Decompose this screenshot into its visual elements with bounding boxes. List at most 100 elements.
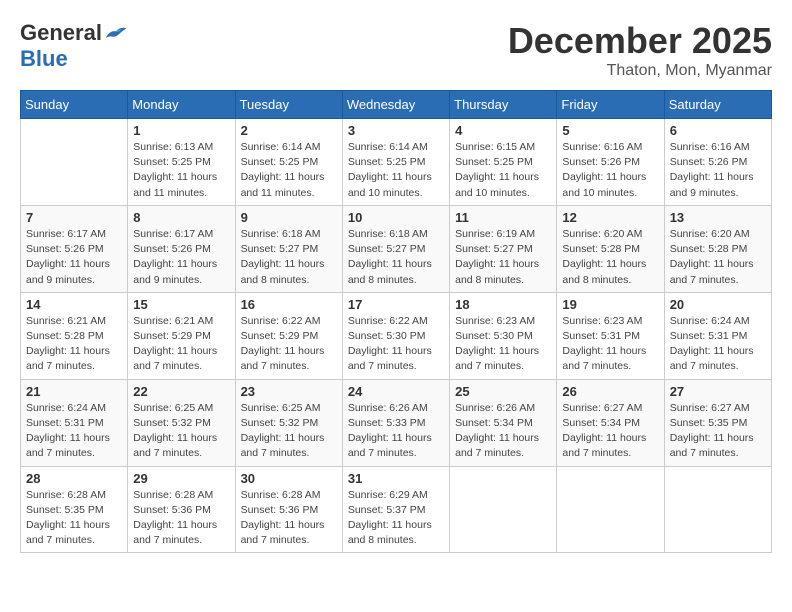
day-number: 28 (26, 471, 122, 486)
weekday-header-cell: Tuesday (235, 91, 342, 119)
calendar-day-cell: 20 Sunrise: 6:24 AMSunset: 5:31 PMDayligh… (664, 292, 771, 379)
day-number: 9 (241, 210, 337, 225)
calendar-day-cell: 14 Sunrise: 6:21 AMSunset: 5:28 PMDayligh… (21, 292, 128, 379)
location-title: Thaton, Mon, Myanmar (508, 62, 772, 80)
day-info: Sunrise: 6:28 AMSunset: 5:35 PMDaylight:… (26, 488, 122, 549)
day-info: Sunrise: 6:16 AMSunset: 5:26 PMDaylight:… (670, 140, 766, 201)
day-info: Sunrise: 6:24 AMSunset: 5:31 PMDaylight:… (26, 401, 122, 462)
day-info: Sunrise: 6:28 AMSunset: 5:36 PMDaylight:… (133, 488, 229, 549)
day-number: 7 (26, 210, 122, 225)
weekday-header-cell: Sunday (21, 91, 128, 119)
day-number: 19 (562, 297, 658, 312)
calendar-day-cell: 30Sunrise: 6:28 AMSunset: 5:36 PMDayligh… (235, 466, 342, 553)
calendar-day-cell: 21Sunrise: 6:24 AMSunset: 5:31 PMDayligh… (21, 379, 128, 466)
logo-bird-icon (104, 23, 128, 43)
day-number: 20 (670, 297, 766, 312)
calendar-day-cell: 25Sunrise: 6:26 AMSunset: 5:34 PMDayligh… (450, 379, 557, 466)
logo: General Blue (20, 20, 128, 72)
calendar-day-cell (21, 119, 128, 206)
calendar-day-cell: 28 Sunrise: 6:28 AMSunset: 5:35 PMDayligh… (21, 466, 128, 553)
day-number: 15 (133, 297, 229, 312)
calendar-week-row: 21Sunrise: 6:24 AMSunset: 5:31 PMDayligh… (21, 379, 772, 466)
day-info: Sunrise: 6:27 AMSunset: 5:35 PMDaylight:… (670, 401, 766, 462)
weekday-header-cell: Saturday (664, 91, 771, 119)
calendar-day-cell: 4Sunrise: 6:15 AMSunset: 5:25 PMDaylight… (450, 119, 557, 206)
day-info: Sunrise: 6:21 AMSunset: 5:28 PMDaylight:… (26, 314, 122, 375)
calendar-week-row: 14 Sunrise: 6:21 AMSunset: 5:28 PMDayligh… (21, 292, 772, 379)
day-info: Sunrise: 6:23 AMSunset: 5:31 PMDaylight:… (562, 314, 658, 375)
day-number: 6 (670, 123, 766, 138)
calendar-body: 1 Sunrise: 6:13 AMSunset: 5:25 PMDaylight… (21, 119, 772, 553)
day-number: 11 (455, 210, 551, 225)
day-info: Sunrise: 6:25 AMSunset: 5:32 PMDaylight:… (133, 401, 229, 462)
day-number: 3 (348, 123, 444, 138)
day-info: Sunrise: 6:22 AMSunset: 5:29 PMDaylight:… (241, 314, 337, 375)
day-number: 23 (241, 384, 337, 399)
calendar-day-cell: 3 Sunrise: 6:14 AMSunset: 5:25 PMDaylight… (342, 119, 449, 206)
calendar-day-cell: 6 Sunrise: 6:16 AMSunset: 5:26 PMDaylight… (664, 119, 771, 206)
day-number: 1 (133, 123, 229, 138)
calendar-week-row: 1 Sunrise: 6:13 AMSunset: 5:25 PMDaylight… (21, 119, 772, 206)
day-number: 29 (133, 471, 229, 486)
calendar-day-cell: 7 Sunrise: 6:17 AMSunset: 5:26 PMDaylight… (21, 205, 128, 292)
day-info: Sunrise: 6:14 AMSunset: 5:25 PMDaylight:… (241, 140, 337, 201)
weekday-header-cell: Monday (128, 91, 235, 119)
page-header: General Blue December 2025 Thaton, Mon, … (20, 20, 772, 80)
day-info: Sunrise: 6:29 AMSunset: 5:37 PMDaylight:… (348, 488, 444, 549)
day-info: Sunrise: 6:17 AMSunset: 5:26 PMDaylight:… (133, 227, 229, 288)
day-number: 14 (26, 297, 122, 312)
logo-blue-text: Blue (20, 46, 68, 72)
day-info: Sunrise: 6:18 AMSunset: 5:27 PMDaylight:… (241, 227, 337, 288)
calendar-day-cell: 16 Sunrise: 6:22 AMSunset: 5:29 PMDayligh… (235, 292, 342, 379)
day-info: Sunrise: 6:20 AMSunset: 5:28 PMDaylight:… (670, 227, 766, 288)
day-number: 10 (348, 210, 444, 225)
day-info: Sunrise: 6:21 AMSunset: 5:29 PMDaylight:… (133, 314, 229, 375)
weekday-header-cell: Wednesday (342, 91, 449, 119)
calendar-day-cell: 27Sunrise: 6:27 AMSunset: 5:35 PMDayligh… (664, 379, 771, 466)
calendar-day-cell: 2Sunrise: 6:14 AMSunset: 5:25 PMDaylight… (235, 119, 342, 206)
calendar-day-cell: 31Sunrise: 6:29 AMSunset: 5:37 PMDayligh… (342, 466, 449, 553)
calendar-day-cell: 10 Sunrise: 6:18 AMSunset: 5:27 PMDayligh… (342, 205, 449, 292)
calendar-day-cell: 18 Sunrise: 6:23 AMSunset: 5:30 PMDayligh… (450, 292, 557, 379)
day-info: Sunrise: 6:17 AMSunset: 5:26 PMDaylight:… (26, 227, 122, 288)
day-info: Sunrise: 6:24 AMSunset: 5:31 PMDaylight:… (670, 314, 766, 375)
calendar-day-cell: 22 Sunrise: 6:25 AMSunset: 5:32 PMDayligh… (128, 379, 235, 466)
calendar-day-cell (557, 466, 664, 553)
day-number: 25 (455, 384, 551, 399)
month-title: December 2025 (508, 20, 772, 62)
day-number: 22 (133, 384, 229, 399)
calendar-day-cell: 24 Sunrise: 6:26 AMSunset: 5:33 PMDayligh… (342, 379, 449, 466)
calendar-day-cell: 1 Sunrise: 6:13 AMSunset: 5:25 PMDaylight… (128, 119, 235, 206)
day-number: 18 (455, 297, 551, 312)
day-number: 8 (133, 210, 229, 225)
day-info: Sunrise: 6:18 AMSunset: 5:27 PMDaylight:… (348, 227, 444, 288)
calendar-day-cell: 26Sunrise: 6:27 AMSunset: 5:34 PMDayligh… (557, 379, 664, 466)
calendar-day-cell: 12Sunrise: 6:20 AMSunset: 5:28 PMDayligh… (557, 205, 664, 292)
calendar-day-cell: 17Sunrise: 6:22 AMSunset: 5:30 PMDayligh… (342, 292, 449, 379)
day-info: Sunrise: 6:25 AMSunset: 5:32 PMDaylight:… (241, 401, 337, 462)
calendar-day-cell (664, 466, 771, 553)
day-info: Sunrise: 6:14 AMSunset: 5:25 PMDaylight:… (348, 140, 444, 201)
day-number: 17 (348, 297, 444, 312)
day-number: 13 (670, 210, 766, 225)
day-number: 5 (562, 123, 658, 138)
calendar-week-row: 28 Sunrise: 6:28 AMSunset: 5:35 PMDayligh… (21, 466, 772, 553)
weekday-header-cell: Friday (557, 91, 664, 119)
logo-general-text: General (20, 20, 102, 46)
day-info: Sunrise: 6:26 AMSunset: 5:33 PMDaylight:… (348, 401, 444, 462)
title-block: December 2025 Thaton, Mon, Myanmar (508, 20, 772, 80)
day-number: 16 (241, 297, 337, 312)
day-info: Sunrise: 6:23 AMSunset: 5:30 PMDaylight:… (455, 314, 551, 375)
calendar-week-row: 7 Sunrise: 6:17 AMSunset: 5:26 PMDaylight… (21, 205, 772, 292)
weekday-header-cell: Thursday (450, 91, 557, 119)
calendar-day-cell: 15 Sunrise: 6:21 AMSunset: 5:29 PMDayligh… (128, 292, 235, 379)
calendar-day-cell: 19 Sunrise: 6:23 AMSunset: 5:31 PMDayligh… (557, 292, 664, 379)
calendar-day-cell: 11Sunrise: 6:19 AMSunset: 5:27 PMDayligh… (450, 205, 557, 292)
day-number: 24 (348, 384, 444, 399)
day-info: Sunrise: 6:27 AMSunset: 5:34 PMDaylight:… (562, 401, 658, 462)
calendar-day-cell (450, 466, 557, 553)
day-info: Sunrise: 6:13 AMSunset: 5:25 PMDaylight:… (133, 140, 229, 201)
day-number: 4 (455, 123, 551, 138)
calendar-day-cell: 9 Sunrise: 6:18 AMSunset: 5:27 PMDaylight… (235, 205, 342, 292)
calendar-day-cell: 13 Sunrise: 6:20 AMSunset: 5:28 PMDayligh… (664, 205, 771, 292)
